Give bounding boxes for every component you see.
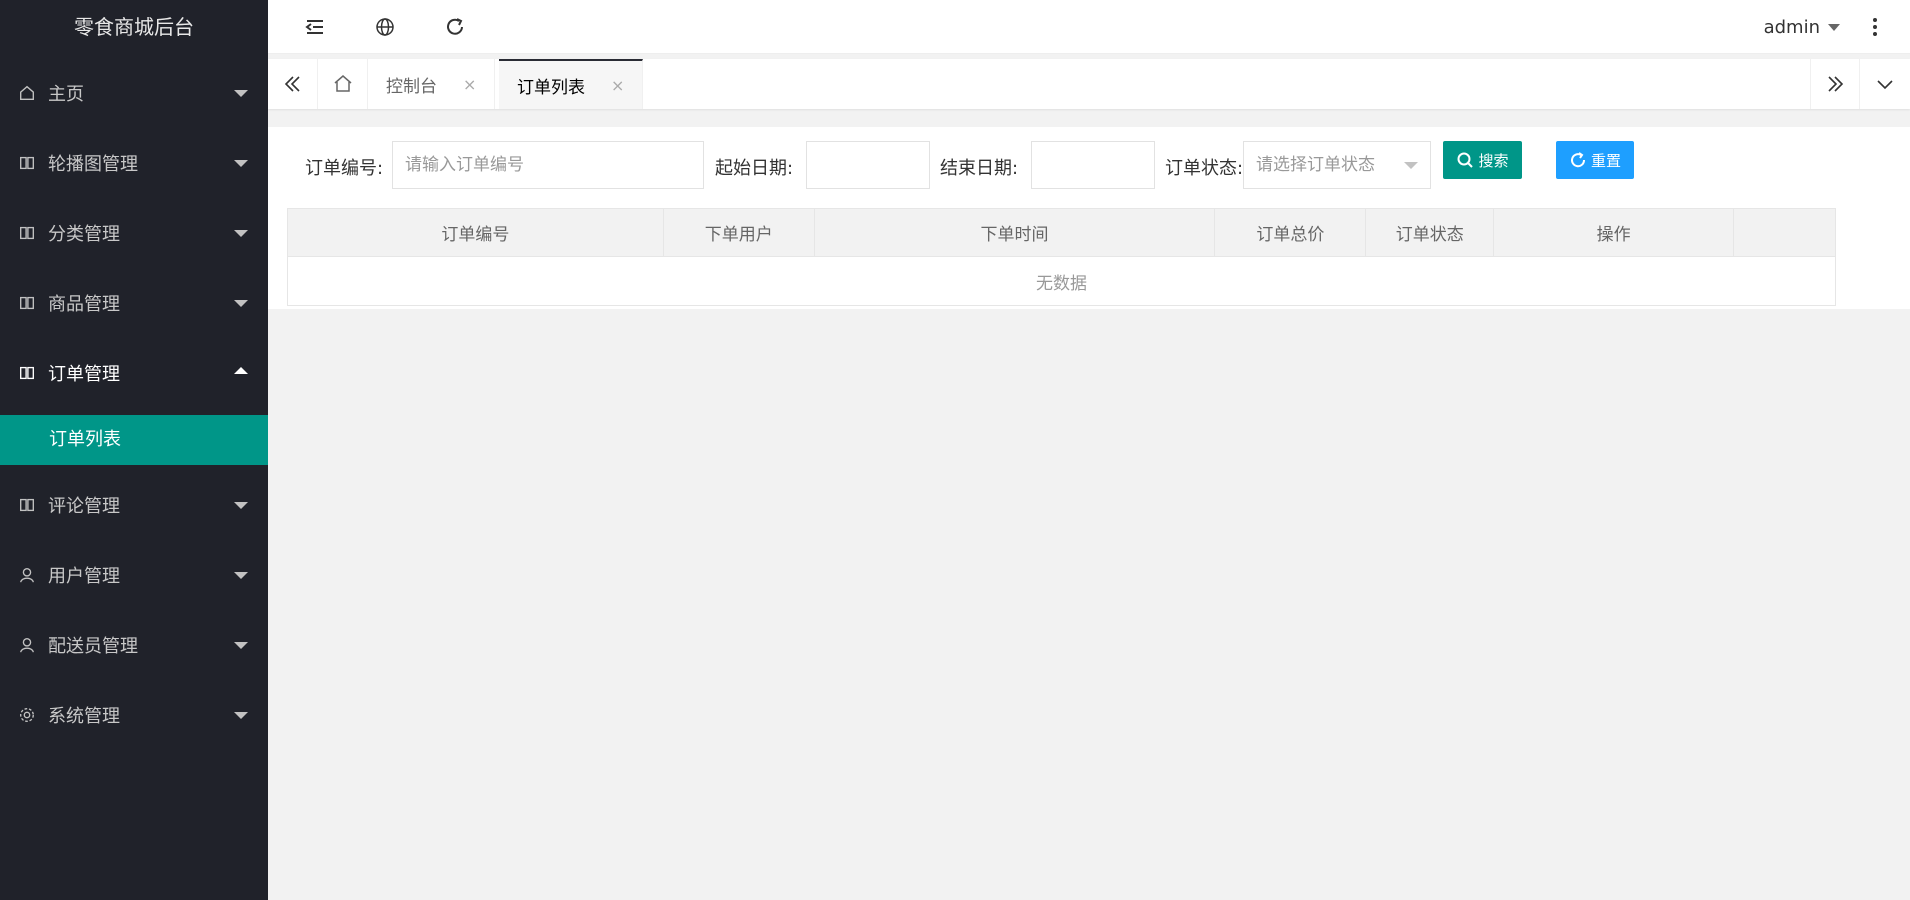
search-button-label: 搜索 bbox=[1478, 151, 1509, 170]
caret-down-icon bbox=[234, 230, 248, 237]
website-button[interactable] bbox=[360, 0, 410, 54]
close-icon[interactable]: × bbox=[463, 75, 476, 94]
gear-icon bbox=[17, 705, 37, 725]
home-icon bbox=[334, 75, 351, 92]
sidebar-item-comment[interactable]: 评论管理 bbox=[0, 475, 268, 535]
col-actions: 操作 bbox=[1493, 208, 1735, 257]
double-chevron-left-icon bbox=[284, 76, 300, 92]
home-tab-button[interactable] bbox=[318, 59, 368, 109]
caret-down-icon bbox=[1828, 23, 1840, 31]
empty-text: 无数据 bbox=[287, 256, 1836, 306]
home-icon bbox=[17, 83, 37, 103]
sidebar-item-label: 用户管理 bbox=[48, 566, 120, 587]
caret-down-icon bbox=[1404, 162, 1418, 169]
book-icon bbox=[17, 495, 37, 515]
reset-button[interactable]: 重置 bbox=[1556, 141, 1634, 179]
tabs-scroll-left-button[interactable] bbox=[268, 59, 318, 109]
sidebar-item-label: 配送员管理 bbox=[48, 636, 138, 657]
col-total: 订单总价 bbox=[1214, 208, 1367, 257]
username: admin bbox=[1763, 16, 1820, 38]
collapse-sidebar-button[interactable] bbox=[290, 0, 340, 54]
globe-icon bbox=[376, 18, 394, 36]
caret-down-icon bbox=[234, 300, 248, 307]
indent-icon bbox=[305, 20, 323, 34]
refresh-icon bbox=[447, 18, 463, 35]
col-order-no: 订单编号 bbox=[287, 208, 664, 257]
caret-down-icon bbox=[234, 502, 248, 509]
end-date-input[interactable] bbox=[1031, 141, 1155, 189]
sidebar-item-product[interactable]: 商品管理 bbox=[0, 273, 268, 333]
end-date-label: 结束日期: bbox=[940, 158, 1019, 179]
orders-table: 订单编号 下单用户 下单时间 订单总价 订单状态 操作 无数据 bbox=[287, 208, 1836, 306]
sidebar-item-label: 订单管理 bbox=[48, 364, 120, 385]
tabs-menu-button[interactable] bbox=[1860, 59, 1910, 109]
order-no-input[interactable]: 请输入订单编号 bbox=[392, 141, 704, 189]
sidebar-item-courier[interactable]: 配送员管理 bbox=[0, 615, 268, 675]
sidebar-item-home[interactable]: 主页 bbox=[0, 63, 268, 123]
book-icon bbox=[17, 293, 37, 313]
tab-order-list[interactable]: 订单列表 × bbox=[499, 59, 644, 109]
sidebar-item-user[interactable]: 用户管理 bbox=[0, 545, 268, 605]
app-logo-title: 零食商城后台 bbox=[74, 15, 194, 39]
more-vertical-icon bbox=[1873, 18, 1877, 36]
col-time: 下单时间 bbox=[813, 208, 1216, 257]
col-extra bbox=[1733, 208, 1836, 257]
status-placeholder: 请选择订单状态 bbox=[1256, 155, 1375, 175]
book-icon bbox=[17, 223, 37, 243]
search-icon bbox=[1457, 152, 1474, 168]
sidebar-item-label: 评论管理 bbox=[48, 496, 120, 517]
table-header-row: 订单编号 下单用户 下单时间 订单总价 订单状态 操作 bbox=[287, 208, 1836, 257]
tab-label: 订单列表 bbox=[517, 77, 585, 98]
tab-console[interactable]: 控制台 × bbox=[368, 59, 496, 109]
sidebar: 零食商城后台 主页 轮播图管理 分类管理 商品管理 订单管理 订单列表 评论管理… bbox=[0, 0, 268, 900]
tab-label: 控制台 bbox=[386, 76, 437, 97]
refresh-button[interactable] bbox=[430, 0, 480, 54]
sidebar-item-category[interactable]: 分类管理 bbox=[0, 203, 268, 263]
close-icon[interactable]: × bbox=[611, 76, 624, 95]
sidebar-item-label: 轮播图管理 bbox=[48, 154, 138, 175]
caret-down-icon bbox=[234, 712, 248, 719]
user-icon bbox=[17, 565, 37, 585]
sidebar-item-label: 主页 bbox=[48, 84, 84, 105]
tabs-bar: 控制台 × 订单列表 × bbox=[268, 59, 1910, 109]
user-icon bbox=[17, 635, 37, 655]
reset-button-label: 重置 bbox=[1590, 151, 1621, 170]
more-menu-button[interactable] bbox=[1860, 0, 1890, 54]
sidebar-item-label: 系统管理 bbox=[48, 706, 120, 727]
start-date-input[interactable] bbox=[806, 141, 930, 189]
book-icon bbox=[17, 363, 37, 383]
caret-down-icon bbox=[234, 642, 248, 649]
sidebar-item-banner[interactable]: 轮播图管理 bbox=[0, 133, 268, 193]
chevron-down-icon bbox=[1877, 80, 1893, 90]
status-select[interactable]: 请选择订单状态 bbox=[1243, 141, 1431, 189]
sidebar-item-system[interactable]: 系统管理 bbox=[0, 685, 268, 745]
caret-up-icon bbox=[234, 367, 248, 374]
order-no-label: 订单编号: bbox=[305, 158, 384, 179]
main-content: 订单编号: 请输入订单编号 起始日期: 结束日期: 订单状态: 请选择订单状态 … bbox=[268, 127, 1910, 309]
sidebar-subitem-order-list[interactable]: 订单列表 bbox=[0, 415, 268, 465]
search-button[interactable]: 搜索 bbox=[1443, 141, 1522, 179]
book-icon bbox=[17, 153, 37, 173]
caret-down-icon bbox=[234, 572, 248, 579]
col-user: 下单用户 bbox=[662, 208, 815, 257]
caret-down-icon bbox=[234, 90, 248, 97]
sidebar-item-label: 分类管理 bbox=[48, 224, 120, 245]
caret-down-icon bbox=[234, 160, 248, 167]
user-menu[interactable]: admin bbox=[1764, 0, 1840, 54]
refresh-icon bbox=[1571, 152, 1585, 168]
sidebar-item-label: 商品管理 bbox=[48, 294, 120, 315]
start-date-label: 起始日期: bbox=[715, 158, 794, 179]
status-label: 订单状态: bbox=[1165, 158, 1244, 179]
double-chevron-right-icon bbox=[1828, 76, 1844, 92]
sidebar-item-order[interactable]: 订单管理 bbox=[0, 343, 268, 403]
table-row: 无数据 bbox=[287, 256, 1836, 306]
tabs-scroll-right-button[interactable] bbox=[1810, 59, 1860, 109]
top-header: admin bbox=[268, 0, 1910, 54]
col-status: 订单状态 bbox=[1365, 208, 1495, 257]
